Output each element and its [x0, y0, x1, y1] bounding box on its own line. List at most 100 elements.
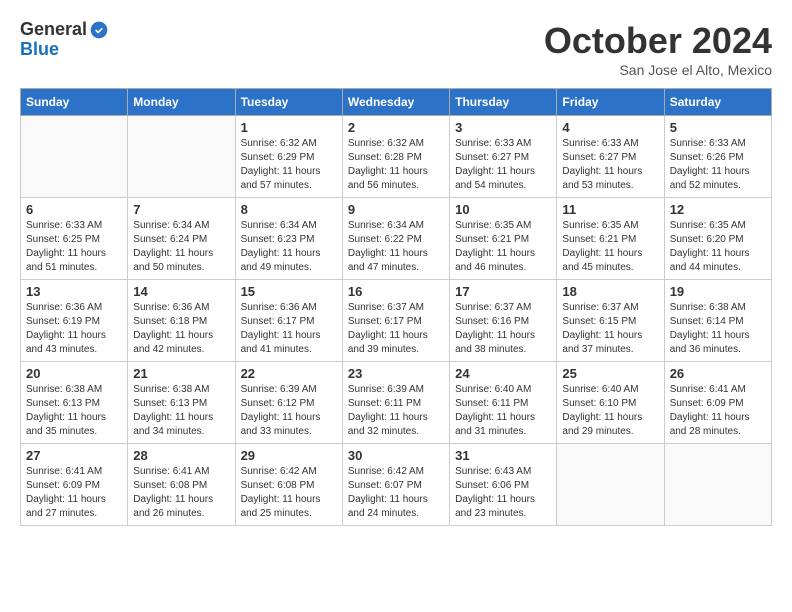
calendar-day-cell: 21 Sunrise: 6:38 AM Sunset: 6:13 PM Dayli… [128, 362, 235, 444]
calendar-week-row: 20Sunrise: 6:38 AM Sunset: 6:13 PM Dayli… [21, 362, 772, 444]
calendar-day-cell: 30 Sunrise: 6:42 AM Sunset: 6:07 PM Dayli… [342, 444, 449, 526]
day-number: 17 [455, 284, 551, 299]
day-number: 26 [670, 366, 766, 381]
day-number: 6 [26, 202, 122, 217]
calendar-day-cell: 19 Sunrise: 6:38 AM Sunset: 6:14 PM Dayli… [664, 280, 771, 362]
day-info: Sunrise: 6:38 AM Sunset: 6:13 PM Dayligh… [26, 383, 122, 439]
day-info: Sunrise: 6:39 AM Sunset: 6:12 PM Dayligh… [241, 383, 337, 439]
day-info: Sunrise: 6:35 AM Sunset: 6:21 PM Dayligh… [455, 219, 551, 275]
day-number: 24 [455, 366, 551, 381]
day-number: 7 [133, 202, 229, 217]
day-info: Sunrise: 6:33 AM Sunset: 6:27 PM Dayligh… [562, 137, 658, 193]
day-info: Sunrise: 6:40 AM Sunset: 6:10 PM Dayligh… [562, 383, 658, 439]
day-number: 19 [670, 284, 766, 299]
calendar-day-cell: 22 Sunrise: 6:39 AM Sunset: 6:12 PM Dayli… [235, 362, 342, 444]
weekday-header-row: SundayMondayTuesdayWednesdayThursdayFrid… [21, 89, 772, 116]
day-number: 28 [133, 448, 229, 463]
day-info: Sunrise: 6:38 AM Sunset: 6:14 PM Dayligh… [670, 301, 766, 357]
day-number: 14 [133, 284, 229, 299]
day-info: Sunrise: 6:37 AM Sunset: 6:15 PM Dayligh… [562, 301, 658, 357]
day-number: 10 [455, 202, 551, 217]
day-info: Sunrise: 6:36 AM Sunset: 6:17 PM Dayligh… [241, 301, 337, 357]
calendar-day-cell [128, 116, 235, 198]
day-info: Sunrise: 6:37 AM Sunset: 6:16 PM Dayligh… [455, 301, 551, 357]
day-info: Sunrise: 6:40 AM Sunset: 6:11 PM Dayligh… [455, 383, 551, 439]
day-number: 16 [348, 284, 444, 299]
header: General Blue October 2024 San Jose el Al… [20, 20, 772, 78]
calendar-day-cell: 6 Sunrise: 6:33 AM Sunset: 6:25 PM Daylig… [21, 198, 128, 280]
weekday-header-wednesday: Wednesday [342, 89, 449, 116]
day-number: 25 [562, 366, 658, 381]
day-number: 1 [241, 120, 337, 135]
calendar-day-cell: 14 Sunrise: 6:36 AM Sunset: 6:18 PM Dayli… [128, 280, 235, 362]
day-number: 12 [670, 202, 766, 217]
calendar-day-cell: 9Sunrise: 6:34 AM Sunset: 6:22 PM Daylig… [342, 198, 449, 280]
calendar-day-cell [21, 116, 128, 198]
day-number: 8 [241, 202, 337, 217]
logo-blue: Blue [20, 40, 109, 60]
day-info: Sunrise: 6:43 AM Sunset: 6:06 PM Dayligh… [455, 465, 551, 521]
calendar-day-cell: 29Sunrise: 6:42 AM Sunset: 6:08 PM Dayli… [235, 444, 342, 526]
calendar-day-cell: 1 Sunrise: 6:32 AM Sunset: 6:29 PM Daylig… [235, 116, 342, 198]
calendar-week-row: 27 Sunrise: 6:41 AM Sunset: 6:09 PM Dayli… [21, 444, 772, 526]
calendar-day-cell: 13 Sunrise: 6:36 AM Sunset: 6:19 PM Dayli… [21, 280, 128, 362]
calendar-day-cell [557, 444, 664, 526]
day-number: 27 [26, 448, 122, 463]
day-info: Sunrise: 6:36 AM Sunset: 6:18 PM Dayligh… [133, 301, 229, 357]
calendar-day-cell: 28Sunrise: 6:41 AM Sunset: 6:08 PM Dayli… [128, 444, 235, 526]
calendar-day-cell: 2 Sunrise: 6:32 AM Sunset: 6:28 PM Daylig… [342, 116, 449, 198]
day-info: Sunrise: 6:42 AM Sunset: 6:07 PM Dayligh… [348, 465, 444, 521]
calendar-week-row: 13 Sunrise: 6:36 AM Sunset: 6:19 PM Dayli… [21, 280, 772, 362]
calendar-day-cell: 15Sunrise: 6:36 AM Sunset: 6:17 PM Dayli… [235, 280, 342, 362]
calendar-day-cell: 17 Sunrise: 6:37 AM Sunset: 6:16 PM Dayli… [450, 280, 557, 362]
calendar-day-cell: 24 Sunrise: 6:40 AM Sunset: 6:11 PM Dayli… [450, 362, 557, 444]
day-number: 2 [348, 120, 444, 135]
calendar-day-cell: 8Sunrise: 6:34 AM Sunset: 6:23 PM Daylig… [235, 198, 342, 280]
calendar-day-cell: 26Sunrise: 6:41 AM Sunset: 6:09 PM Dayli… [664, 362, 771, 444]
day-number: 13 [26, 284, 122, 299]
logo-icon [89, 20, 109, 40]
location-title: San Jose el Alto, Mexico [544, 62, 772, 78]
day-number: 11 [562, 202, 658, 217]
weekday-header-thursday: Thursday [450, 89, 557, 116]
calendar-day-cell: 18 Sunrise: 6:37 AM Sunset: 6:15 PM Dayli… [557, 280, 664, 362]
day-info: Sunrise: 6:33 AM Sunset: 6:27 PM Dayligh… [455, 137, 551, 193]
day-info: Sunrise: 6:33 AM Sunset: 6:25 PM Dayligh… [26, 219, 122, 275]
day-info: Sunrise: 6:39 AM Sunset: 6:11 PM Dayligh… [348, 383, 444, 439]
day-info: Sunrise: 6:38 AM Sunset: 6:13 PM Dayligh… [133, 383, 229, 439]
month-title: October 2024 [544, 20, 772, 62]
day-info: Sunrise: 6:32 AM Sunset: 6:29 PM Dayligh… [241, 137, 337, 193]
calendar-day-cell: 3Sunrise: 6:33 AM Sunset: 6:27 PM Daylig… [450, 116, 557, 198]
day-number: 23 [348, 366, 444, 381]
calendar-day-cell: 12 Sunrise: 6:35 AM Sunset: 6:20 PM Dayli… [664, 198, 771, 280]
weekday-header-saturday: Saturday [664, 89, 771, 116]
day-number: 4 [562, 120, 658, 135]
calendar-day-cell [664, 444, 771, 526]
calendar-day-cell: 11 Sunrise: 6:35 AM Sunset: 6:21 PM Dayli… [557, 198, 664, 280]
calendar-day-cell: 20Sunrise: 6:38 AM Sunset: 6:13 PM Dayli… [21, 362, 128, 444]
day-info: Sunrise: 6:32 AM Sunset: 6:28 PM Dayligh… [348, 137, 444, 193]
day-number: 18 [562, 284, 658, 299]
day-info: Sunrise: 6:35 AM Sunset: 6:21 PM Dayligh… [562, 219, 658, 275]
day-number: 31 [455, 448, 551, 463]
calendar-day-cell: 10 Sunrise: 6:35 AM Sunset: 6:21 PM Dayli… [450, 198, 557, 280]
calendar-day-cell: 16 Sunrise: 6:37 AM Sunset: 6:17 PM Dayli… [342, 280, 449, 362]
weekday-header-tuesday: Tuesday [235, 89, 342, 116]
day-number: 5 [670, 120, 766, 135]
calendar-week-row: 1 Sunrise: 6:32 AM Sunset: 6:29 PM Daylig… [21, 116, 772, 198]
day-number: 29 [241, 448, 337, 463]
day-info: Sunrise: 6:41 AM Sunset: 6:09 PM Dayligh… [26, 465, 122, 521]
calendar-day-cell: 31 Sunrise: 6:43 AM Sunset: 6:06 PM Dayli… [450, 444, 557, 526]
day-number: 21 [133, 366, 229, 381]
day-info: Sunrise: 6:35 AM Sunset: 6:20 PM Dayligh… [670, 219, 766, 275]
day-number: 30 [348, 448, 444, 463]
day-number: 22 [241, 366, 337, 381]
weekday-header-monday: Monday [128, 89, 235, 116]
logo: General Blue [20, 20, 109, 60]
day-number: 9 [348, 202, 444, 217]
day-info: Sunrise: 6:36 AM Sunset: 6:19 PM Dayligh… [26, 301, 122, 357]
day-info: Sunrise: 6:37 AM Sunset: 6:17 PM Dayligh… [348, 301, 444, 357]
calendar-day-cell: 25 Sunrise: 6:40 AM Sunset: 6:10 PM Dayli… [557, 362, 664, 444]
calendar-day-cell: 4 Sunrise: 6:33 AM Sunset: 6:27 PM Daylig… [557, 116, 664, 198]
calendar-day-cell: 7Sunrise: 6:34 AM Sunset: 6:24 PM Daylig… [128, 198, 235, 280]
